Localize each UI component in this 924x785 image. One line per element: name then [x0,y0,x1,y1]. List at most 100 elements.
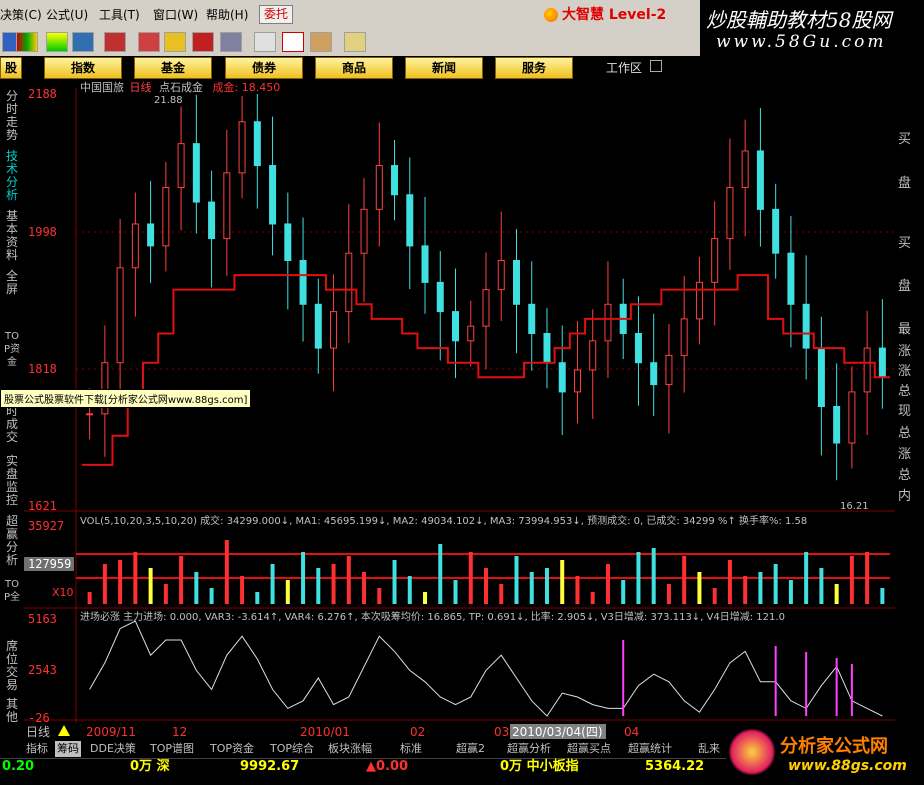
candle-body [269,165,277,225]
tab-super2[interactable]: 超赢2 [456,741,485,757]
vtab-top-all[interactable]: TOP全 [3,578,21,604]
vtab-monitor[interactable]: 实盘监控 [3,455,21,507]
candle-body [253,121,261,167]
right-label: 总 [898,384,912,399]
vtab-fullscreen[interactable]: 全屏 [3,270,21,296]
menu-help[interactable]: 帮助(H) [206,6,248,23]
candle-body [543,332,551,364]
menu-tools[interactable]: 工具(T) [99,6,140,23]
vtab-seat-trading[interactable]: 席位交易 [3,640,21,692]
tab-standard[interactable]: 标准 [400,741,422,757]
tab-top-chart[interactable]: TOP谱图 [150,741,194,757]
volume-bar [148,568,153,604]
price-level-top: 2188 [28,87,57,101]
tab-super-analysis[interactable]: 超赢分析 [507,741,551,757]
flower-icon [728,728,776,776]
flag-icon[interactable] [16,32,38,52]
candle-body [726,186,734,240]
candle-body [284,223,292,261]
right-label: 总 [898,426,912,441]
vtab-other[interactable]: 其他 [3,698,21,724]
tab-sector-gain[interactable]: 板块涨幅 [328,741,372,757]
workspace-label[interactable]: 工作区 [606,59,642,76]
tab-top-composite[interactable]: TOP综合 [270,741,314,757]
vtab-fundamentals[interactable]: 基本资料 [3,210,21,262]
period-selector[interactable]: 日线 [26,725,50,739]
workspace-dropdown-icon[interactable] [650,60,662,72]
vtab-super-analysis[interactable]: 超赢分析 [3,515,21,567]
weituo-button[interactable]: 委托 [259,5,294,24]
settings-icon[interactable] [220,32,242,52]
nav-commodity[interactable]: 商品 [315,57,393,79]
nav-news[interactable]: 新闻 [405,57,483,79]
volume-bar [163,584,168,604]
help-cursor-icon[interactable] [344,32,366,52]
menu-window[interactable]: 窗口(W) [153,6,198,23]
candle-body [711,238,719,283]
chart-area[interactable]: 2188 1998 1818 1621 中国国旅 日线 点石成金 成金: 18.… [24,80,896,740]
volume-bar [285,580,290,604]
candle-body [680,318,688,356]
window-icon[interactable] [282,32,304,52]
tab-super-stats[interactable]: 超赢统计 [628,741,672,757]
red-chart-icon[interactable] [192,32,214,52]
menu-decision[interactable]: 决策(C) [0,6,42,23]
volume-bar [87,592,92,604]
banner-title: 炒股輔助教材58股网 [706,8,892,32]
tab-indicator[interactable]: 指标 [26,741,48,757]
candle-body [223,172,231,240]
document-icon[interactable] [254,32,276,52]
volume-bar [392,560,397,604]
volume-bar [499,584,504,604]
volume-bar [743,576,748,604]
question-icon[interactable] [138,32,160,52]
menu-formula[interactable]: 公式(U) [46,6,88,23]
tab-dde[interactable]: DDE决策 [90,741,136,757]
pen-icon[interactable] [104,32,126,52]
candle-body [345,252,353,313]
vtab-intraday[interactable]: 分时走势 [3,90,21,142]
volume-bar [834,584,839,604]
vtab-trades[interactable]: 时成交 [3,405,21,444]
volume-bar [666,584,671,604]
vtab-technical[interactable]: 技术分析 [3,150,21,202]
volume-bar [133,552,138,604]
books-icon[interactable] [310,32,332,52]
tab-misc[interactable]: 乱来 [698,741,720,757]
nav-bond[interactable]: 债券 [225,57,303,79]
right-label: 内 [898,489,912,504]
diamond-icon[interactable] [164,32,186,52]
price-level-2: 1998 [28,225,57,239]
vtab-top-funds[interactable]: TOP资金 [3,330,21,369]
date-label: 2010/01 [300,725,350,739]
tab-super-buy[interactable]: 超赢买点 [567,741,611,757]
candle-body [208,201,216,240]
nav-stock[interactable]: 股 [0,57,22,79]
volume-bar [209,588,214,604]
candle-body [406,194,414,247]
volume-bar [636,552,641,604]
candle-body [741,150,749,188]
candle-body [512,259,520,305]
indicator-name: 点石成金 [159,80,203,94]
binoculars-icon[interactable] [72,32,94,52]
candle-body [558,362,566,393]
volume-bar [194,572,199,604]
watermark-logo: 分析家公式网 www.88gs.com [726,724,924,784]
candle-body [375,165,383,210]
ind-level-bottom: -26 [28,711,50,725]
candle-body [330,311,338,349]
volume-bar [407,576,412,604]
nav-index[interactable]: 指数 [44,57,122,79]
nav-fund[interactable]: 基金 [134,57,212,79]
volume-bar [788,580,793,604]
candle-body [421,245,429,283]
bars-icon[interactable] [46,32,68,52]
banner-url: www.58Gu.com [716,32,887,52]
volume-bar [544,568,549,604]
candle-body [802,303,810,349]
tab-top-funds[interactable]: TOP资金 [210,741,254,757]
candle-body [147,223,155,247]
nav-service[interactable]: 服务 [495,57,573,79]
tab-chips[interactable]: 筹码 [55,741,81,757]
